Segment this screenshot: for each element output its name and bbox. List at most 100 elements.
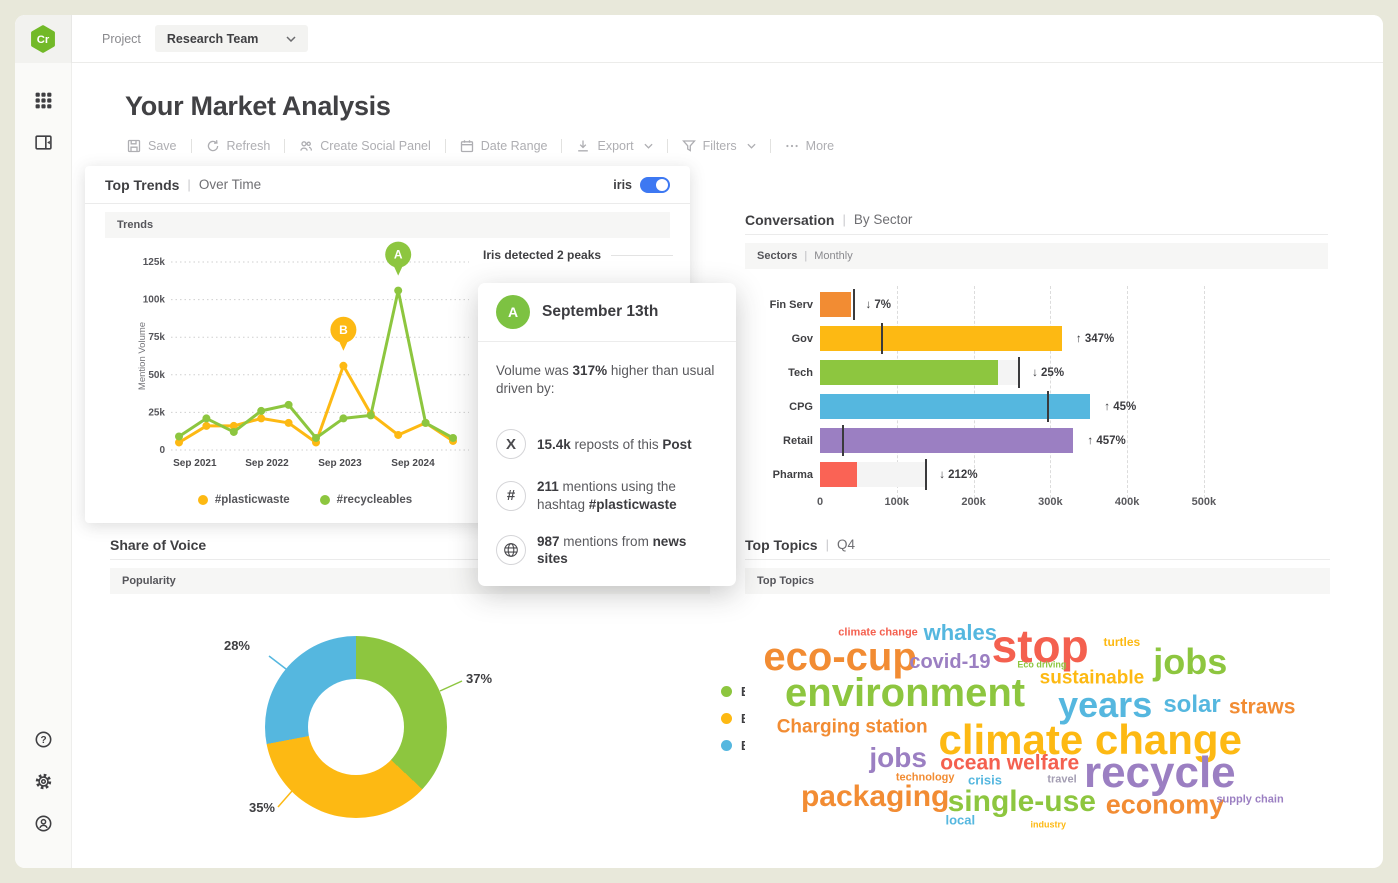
topics-word-cloud: climate changewhalesstopturtlesjobseco-c… <box>755 600 1330 860</box>
bar-row-tech[interactable]: Tech↓ 25% <box>745 360 1328 385</box>
data-point <box>339 362 347 370</box>
page-title: Your Market Analysis <box>125 91 391 122</box>
data-point <box>257 414 265 422</box>
settings-button[interactable] <box>30 768 56 794</box>
cloud-word[interactable]: supply chain <box>1216 794 1283 805</box>
toolbar-create-social-panel-button[interactable]: Create Social Panel <box>299 139 430 153</box>
calendar-icon <box>460 139 474 153</box>
card-title: Top Topics <box>745 537 818 553</box>
change-label: ↓ 25% <box>1032 367 1064 379</box>
benchmark-marker <box>925 459 927 490</box>
globe-badge <box>496 535 526 565</box>
series-recycleables <box>179 291 453 438</box>
insight-item: 987 mentions from news sites <box>496 533 718 568</box>
toolbar-filters-button[interactable]: Filters <box>682 139 756 153</box>
popup-body-text: Volume was 317% higher than usual driven… <box>478 342 736 404</box>
cloud-word[interactable]: turtles <box>1104 636 1141 648</box>
data-point <box>339 414 347 422</box>
cloud-word[interactable]: jobs <box>869 744 927 772</box>
cloud-word[interactable]: straws <box>1229 697 1296 718</box>
x-axis-tick: 0 <box>817 496 823 508</box>
more-icon <box>785 139 799 153</box>
hashtag-badge: # <box>496 481 526 511</box>
series-plasticwaste <box>179 366 453 443</box>
cloud-word[interactable]: Charging station <box>777 717 928 736</box>
bar-row-cpg[interactable]: CPG↑ 45% <box>745 394 1328 419</box>
cloud-word[interactable]: solar <box>1163 693 1220 717</box>
svg-text:A: A <box>394 248 403 262</box>
donut-percent-label: 28% <box>205 638 250 653</box>
toolbar-separator <box>561 139 562 153</box>
cloud-word[interactable]: economy <box>1106 791 1225 818</box>
cloud-word[interactable]: packaging <box>801 782 949 812</box>
toolbar-save-button[interactable]: Save <box>127 139 177 153</box>
cloud-word[interactable]: recycle <box>1084 751 1236 795</box>
brand-logo[interactable]: Cr <box>15 15 72 63</box>
trends-line-chart[interactable]: Mention Volume025k50k75k100k125kSep 2021… <box>135 224 475 490</box>
project-selector[interactable]: Research Team <box>155 25 309 52</box>
chevron-down-icon <box>747 143 756 149</box>
svg-text:Sep 2024: Sep 2024 <box>391 458 435 469</box>
svg-text:50k: 50k <box>148 370 165 381</box>
iris-toggle[interactable] <box>640 177 670 193</box>
cloud-word[interactable]: jobs <box>1153 644 1227 680</box>
legend-dot <box>721 686 732 697</box>
cloud-word[interactable]: whales <box>924 622 997 644</box>
peak-badge-a: A <box>496 295 530 329</box>
filter-icon <box>682 139 696 153</box>
cloud-word[interactable]: covid-19 <box>909 652 990 672</box>
iris-detected-note: Iris detected 2 peaks <box>483 248 673 262</box>
bar-row-pharma[interactable]: Pharma↓ 212% <box>745 462 1328 487</box>
data-point <box>202 414 210 422</box>
toolbar-separator <box>667 139 668 153</box>
bar <box>820 360 998 385</box>
bar-category-label: Fin Serv <box>745 299 813 311</box>
account-button[interactable] <box>30 810 56 836</box>
apps-menu-button[interactable] <box>30 87 56 113</box>
bar-category-label: Retail <box>745 435 813 447</box>
peak-insight-popup: A September 13th Volume was 317% higher … <box>478 283 736 586</box>
bar-row-gov[interactable]: Gov↑ 347% <box>745 326 1328 351</box>
save-icon <box>127 139 141 153</box>
data-point <box>230 428 238 436</box>
bar-row-fin-serv[interactable]: Fin Serv↓ 7% <box>745 292 1328 317</box>
popularity-donut-chart[interactable] <box>265 636 447 818</box>
toolbar-refresh-button[interactable]: Refresh <box>206 139 271 153</box>
legend-dot <box>320 495 330 505</box>
toggle-knob <box>656 179 668 191</box>
app-window: Cr Project Research Team <box>15 15 1383 868</box>
cloud-word[interactable]: local <box>945 813 975 826</box>
collapse-panel-button[interactable] <box>30 129 56 155</box>
bar-category-label: CPG <box>745 401 813 413</box>
grid-icon <box>34 91 53 110</box>
peak-marker-b[interactable]: B <box>330 317 356 351</box>
toolbar-more-button[interactable]: More <box>785 139 834 153</box>
donut-percent-label: 37% <box>466 671 511 686</box>
data-point <box>257 407 265 415</box>
cloud-word[interactable]: industry <box>1030 820 1066 829</box>
bar-row-retail[interactable]: Retail↑ 457% <box>745 428 1328 453</box>
peak-marker-a[interactable]: A <box>385 242 411 276</box>
benchmark-marker <box>1018 357 1020 388</box>
refresh-icon <box>206 139 220 153</box>
cloud-word[interactable]: travel <box>1047 774 1076 785</box>
help-button[interactable]: ? <box>30 726 56 752</box>
top-bar: Cr Project Research Team <box>15 15 1383 63</box>
toolbar-date-range-button[interactable]: Date Range <box>460 139 548 153</box>
card-subtitle: By Sector <box>854 212 913 227</box>
legend-item: #recycleables <box>320 494 412 506</box>
cloud-word[interactable]: ocean welfare <box>940 753 1079 774</box>
toolbar: Save Refresh Create Social Panel Date Range… <box>127 139 834 153</box>
iris-toggle-label: iris <box>613 178 632 192</box>
insight-item: X15.4k reposts of this Post <box>496 429 718 459</box>
bar <box>820 394 1090 419</box>
insight-item: #211 mentions using the hashtag #plastic… <box>496 478 718 513</box>
svg-text:0: 0 <box>159 445 165 456</box>
bar <box>820 462 857 487</box>
data-point <box>394 287 402 295</box>
cloud-word[interactable]: environment <box>785 673 1025 713</box>
trends-legend: #plasticwaste#recycleables <box>135 494 475 506</box>
data-point <box>285 419 293 427</box>
toolbar-export-button[interactable]: Export <box>576 139 652 153</box>
bar-category-label: Gov <box>745 333 813 345</box>
